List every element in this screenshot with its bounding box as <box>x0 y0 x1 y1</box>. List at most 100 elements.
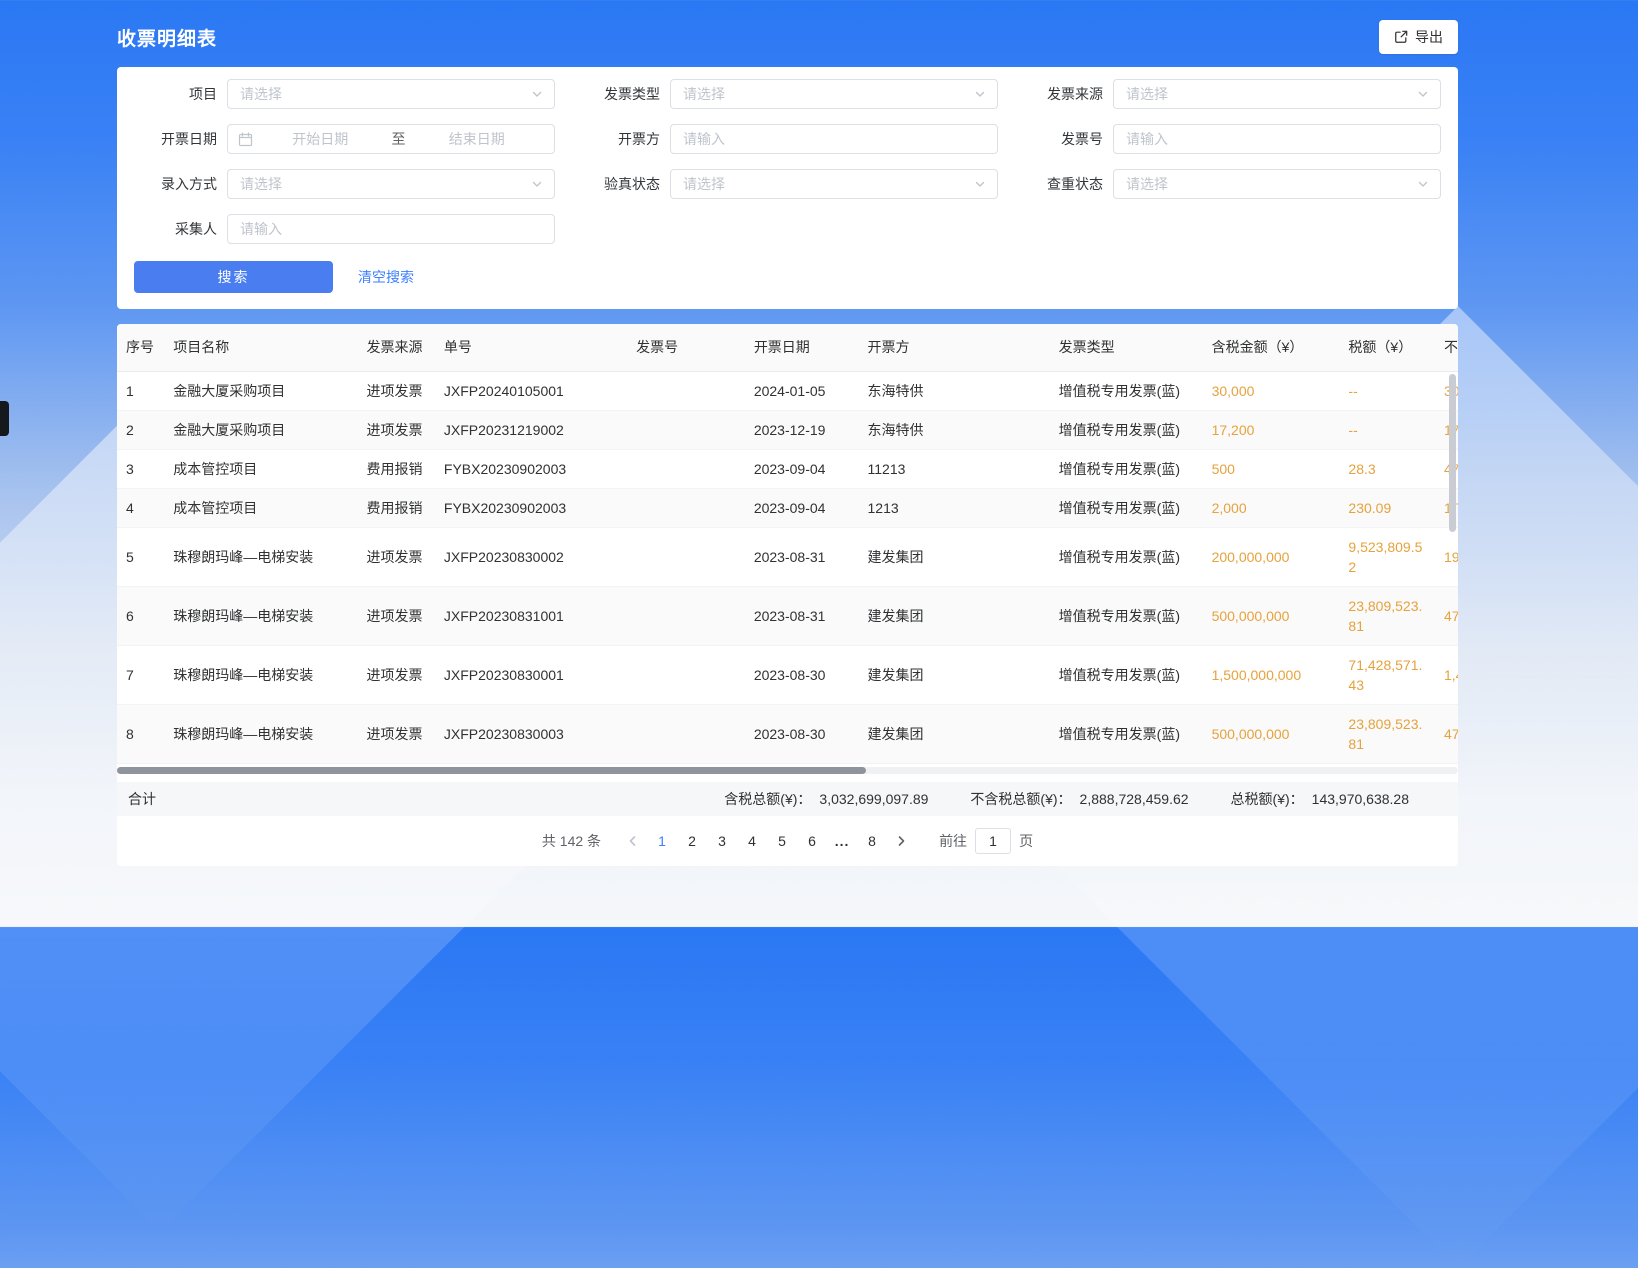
cell-type: 增值税专用发票(蓝) <box>1050 527 1203 586</box>
table-row[interactable]: 6珠穆朗玛峰—电梯安装进项发票JXFP202308310012023-08-31… <box>117 586 1458 645</box>
jumper-suffix: 页 <box>1019 831 1033 851</box>
export-button[interactable]: 导出 <box>1379 20 1458 54</box>
pagination: 共 142 条 123456...8 前往 页 <box>117 816 1458 866</box>
chevron-down-icon <box>973 87 987 101</box>
filter-label-entry-method: 录入方式 <box>129 174 217 194</box>
table-row[interactable]: 2金融大厦采购项目进项发票JXFP202312190022023-12-19东海… <box>117 410 1458 449</box>
table-row[interactable]: 8珠穆朗玛峰—电梯安装进项发票JXFP202308300032023-08-30… <box>117 704 1458 763</box>
cell-project: 珠穆朗玛峰—电梯安装 <box>164 527 357 586</box>
invoice-table: 序号项目名称发票来源单号发票号开票日期开票方发票类型含税金额（¥）税额（¥）不含… <box>117 324 1458 764</box>
page-number-input[interactable] <box>975 828 1011 854</box>
cell-amount_excl_tax: 190,476,190.48 <box>1435 527 1458 586</box>
table-header: 序号项目名称发票来源单号发票号开票日期开票方发票类型含税金额（¥）税额（¥）不含… <box>117 324 1458 371</box>
cell-invoice_no <box>627 586 745 645</box>
clear-search-link[interactable]: 清空搜索 <box>358 267 414 287</box>
cell-invoice_no <box>627 410 745 449</box>
cell-type: 增值税专用发票(蓝) <box>1050 449 1203 488</box>
table-card: 序号项目名称发票来源单号发票号开票日期开票方发票类型含税金额（¥）税额（¥）不含… <box>117 324 1458 866</box>
cell-source: 费用报销 <box>357 449 434 488</box>
project-select[interactable]: 请选择 <box>227 79 555 109</box>
chevron-right-icon <box>894 834 908 848</box>
cell-order_no: JXFP20230830002 <box>435 527 627 586</box>
horizontal-scrollbar[interactable] <box>117 767 1458 774</box>
cell-type: 增值税专用发票(蓝) <box>1050 488 1203 527</box>
end-date-placeholder[interactable]: 结束日期 <box>410 129 545 149</box>
next-page-button[interactable] <box>887 834 915 848</box>
table-row[interactable]: 5珠穆朗玛峰—电梯安装进项发票JXFP202308300022023-08-31… <box>117 527 1458 586</box>
page-button-5[interactable]: 5 <box>767 827 797 855</box>
export-label: 导出 <box>1415 27 1443 47</box>
invoice-source-select[interactable]: 请选择 <box>1113 79 1441 109</box>
page-button-4[interactable]: 4 <box>737 827 767 855</box>
drawer-handle[interactable] <box>0 401 9 436</box>
filter-field-dedup-status: 查重状态请选择 <box>1015 169 1441 199</box>
page-button-2[interactable]: 2 <box>677 827 707 855</box>
page-button-1[interactable]: 1 <box>647 827 677 855</box>
date-range-separator: 至 <box>388 129 410 149</box>
page-button-3[interactable]: 3 <box>707 827 737 855</box>
cell-order_no: JXFP20230830003 <box>435 704 627 763</box>
page-header: 收票明细表 导出 <box>117 0 1458 67</box>
table-row[interactable]: 4成本管控项目费用报销FYBX202309020032023-09-041213… <box>117 488 1458 527</box>
cell-issuer: 建发集团 <box>859 645 1050 704</box>
chevron-down-icon <box>1416 87 1430 101</box>
chevron-left-icon <box>626 834 640 848</box>
summary-item: 含税总额(¥)：3,032,699,097.89 <box>724 789 928 809</box>
cell-tax: 23,809,523.81 <box>1339 704 1435 763</box>
prev-page-button[interactable] <box>619 834 647 848</box>
start-date-placeholder[interactable]: 开始日期 <box>253 129 388 149</box>
invoice-number-input[interactable] <box>1114 125 1440 153</box>
cell-no: 6 <box>117 586 164 645</box>
cell-tax: 9,523,809.52 <box>1339 527 1435 586</box>
vertical-scrollbar-thumb[interactable] <box>1449 374 1456 532</box>
filter-label-invoice-type: 发票类型 <box>572 84 660 104</box>
cell-issuer: 建发集团 <box>859 704 1050 763</box>
issuer-input[interactable] <box>671 125 997 153</box>
page-button-6[interactable]: 6 <box>797 827 827 855</box>
calendar-icon <box>238 132 253 147</box>
filter-label-invoice-source: 发票来源 <box>1015 84 1103 104</box>
cell-invoice_no <box>627 704 745 763</box>
table-row[interactable]: 1金融大厦采购项目进项发票JXFP202401050012024-01-05东海… <box>117 371 1458 410</box>
cell-date: 2023-12-19 <box>745 410 859 449</box>
select-placeholder: 请选择 <box>683 84 725 104</box>
entry-method-select[interactable]: 请选择 <box>227 169 555 199</box>
search-button[interactable]: 搜索 <box>134 261 333 293</box>
filter-field-project: 项目请选择 <box>129 79 555 109</box>
cell-project: 成本管控项目 <box>164 488 357 527</box>
cell-issuer: 建发集团 <box>859 586 1050 645</box>
column-header-type: 发票类型 <box>1050 324 1203 371</box>
cell-date: 2023-08-31 <box>745 527 859 586</box>
invoice-date-range-picker[interactable]: 开始日期至结束日期 <box>227 124 555 154</box>
cell-no: 1 <box>117 371 164 410</box>
invoice-type-select[interactable]: 请选择 <box>670 79 998 109</box>
cell-invoice_no <box>627 488 745 527</box>
page-button-8[interactable]: 8 <box>857 827 887 855</box>
filter-field-invoice-source: 发票来源请选择 <box>1015 79 1441 109</box>
table-row[interactable]: 7珠穆朗玛峰—电梯安装进项发票JXFP202308300012023-08-30… <box>117 645 1458 704</box>
cell-source: 进项发票 <box>357 371 434 410</box>
chevron-down-icon <box>973 177 987 191</box>
cell-tax: 23,809,523.81 <box>1339 586 1435 645</box>
cell-invoice_no <box>627 449 745 488</box>
summary-item-value: 2,888,728,459.62 <box>1080 791 1189 807</box>
table-row[interactable]: 3成本管控项目费用报销FYBX202309020032023-09-041121… <box>117 449 1458 488</box>
dedup-status-select[interactable]: 请选择 <box>1113 169 1441 199</box>
page-container: 收票明细表 导出 项目请选择发票类型请选择发票来源请选择开票日期开始日期至结束日… <box>117 0 1458 866</box>
summary-total-label: 合计 <box>128 789 156 809</box>
cell-project: 珠穆朗玛峰—电梯安装 <box>164 645 357 704</box>
verify-status-select[interactable]: 请选择 <box>670 169 998 199</box>
cell-issuer: 1213 <box>859 488 1050 527</box>
cell-issuer: 建发集团 <box>859 527 1050 586</box>
summary-item: 不含税总额(¥)：2,888,728,459.62 <box>970 789 1188 809</box>
pagination-jumper: 前往 页 <box>939 828 1033 854</box>
horizontal-scrollbar-thumb[interactable] <box>117 767 866 774</box>
cell-date: 2023-09-04 <box>745 488 859 527</box>
filter-panel: 项目请选择发票类型请选择发票来源请选择开票日期开始日期至结束日期开票方发票号录入… <box>117 67 1458 309</box>
summary-item-label: 含税总额(¥)： <box>724 791 811 807</box>
cell-amount_incl_tax: 500,000,000 <box>1203 586 1340 645</box>
cell-project: 珠穆朗玛峰—电梯安装 <box>164 586 357 645</box>
page-ellipsis[interactable]: ... <box>827 827 857 855</box>
cell-type: 增值税专用发票(蓝) <box>1050 704 1203 763</box>
collector-input[interactable] <box>228 215 554 243</box>
